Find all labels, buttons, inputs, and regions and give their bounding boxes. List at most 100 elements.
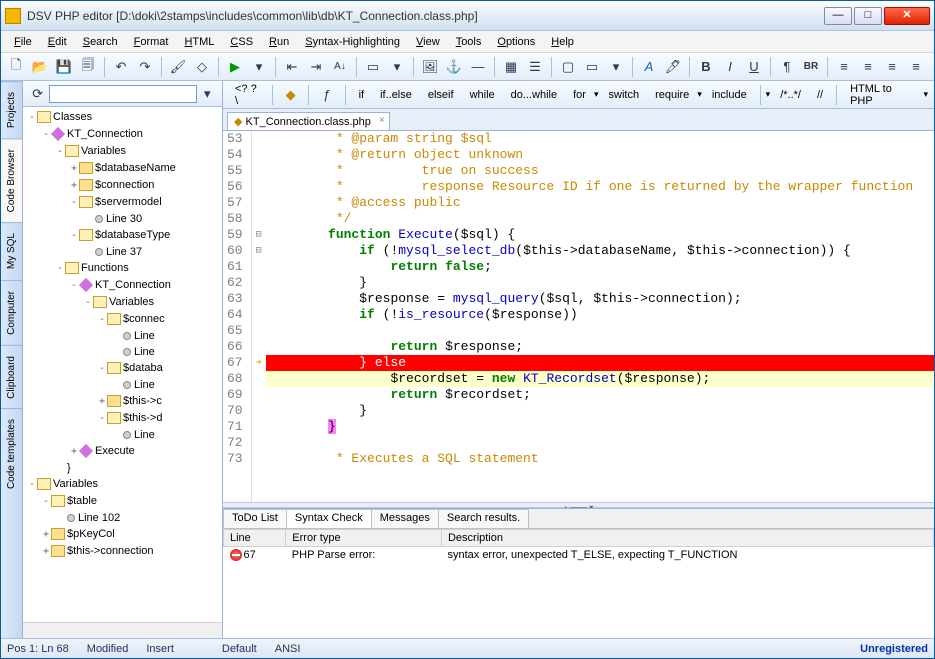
snippet-elseif[interactable]: elseif <box>422 87 460 103</box>
tree-var[interactable]: $databaseName <box>95 162 176 174</box>
menu-help[interactable]: Help <box>544 34 581 50</box>
code-line-59[interactable]: function Execute($sql) { <box>266 227 934 243</box>
open-file-icon[interactable]: 📂 <box>29 56 51 78</box>
tree-filter-input[interactable] <box>49 85 197 103</box>
eraser-icon[interactable]: ◇ <box>191 56 213 78</box>
code-line-61[interactable]: return false; <box>266 259 934 275</box>
code-line-57[interactable]: * @access public <box>266 195 934 211</box>
hr-icon[interactable]: — <box>467 56 489 78</box>
tree-var[interactable]: $this->c <box>123 395 162 407</box>
snippet-ifelse[interactable]: if..else <box>374 87 418 103</box>
code-line-54[interactable]: * @return object unknown <box>266 147 934 163</box>
align-center-icon[interactable]: ≡ <box>857 56 879 78</box>
file-tab[interactable]: ◆ KT_Connection.class.php × <box>227 112 390 130</box>
snippet-include[interactable]: include <box>706 87 753 103</box>
menu-css[interactable]: CSS <box>223 34 260 50</box>
tree-node-variables[interactable]: Variables <box>53 478 98 490</box>
snippet-switch[interactable]: switch <box>603 87 646 103</box>
brush-icon[interactable]: 🖌 <box>167 56 189 78</box>
save-all-icon[interactable]: 🗐 <box>77 56 99 78</box>
tree-var[interactable]: $connec <box>123 313 165 325</box>
tree-node-class[interactable]: KT_Connection <box>67 128 143 140</box>
select-icon[interactable]: ▾ <box>605 56 627 78</box>
save-icon[interactable]: 💾 <box>53 56 75 78</box>
tree-line[interactable]: Line <box>134 379 155 391</box>
code-line-56[interactable]: * response Resource ID if one is returne… <box>266 179 934 195</box>
err-col[interactable]: Description <box>441 530 933 547</box>
code-line-68[interactable]: $recordset = new KT_Recordset($response)… <box>266 371 934 387</box>
menu-tools[interactable]: Tools <box>449 34 489 50</box>
sidetab-computer[interactable]: Computer <box>1 280 22 345</box>
italic-icon[interactable]: I <box>719 56 741 78</box>
redo-icon[interactable]: ↷ <box>134 56 156 78</box>
tree-node-classes[interactable]: Classes <box>53 111 92 123</box>
menu-view[interactable]: View <box>409 34 447 50</box>
tree-hscroll[interactable] <box>23 622 222 638</box>
dropdown-icon[interactable]: ▾ <box>766 89 771 100</box>
tree-var[interactable]: $databa <box>123 362 163 374</box>
tree-var[interactable]: $databaseType <box>95 229 170 241</box>
menu-syntax-highlighting[interactable]: Syntax-Highlighting <box>298 34 407 50</box>
sidetab-code-browser[interactable]: Code Browser <box>1 138 22 222</box>
tree-var[interactable]: $servermodel <box>95 196 162 208</box>
class-tree[interactable]: -Classes -KT_Connection -Variables +$dat… <box>23 107 222 622</box>
code-line-66[interactable]: return $response; <box>266 339 934 355</box>
snippet-htmltophp[interactable]: HTML to PHP <box>844 81 921 109</box>
case-icon[interactable]: A↓ <box>329 56 351 78</box>
snippet-[interactable]: /*..*/ <box>774 87 807 103</box>
code-line-70[interactable]: } <box>266 403 934 419</box>
color-icon[interactable]: 🖊 <box>662 56 684 78</box>
sidetab-projects[interactable]: Projects <box>1 81 22 138</box>
dropdown-icon[interactable]: ▾ <box>923 89 928 100</box>
rect-dropdown-icon[interactable]: ▾ <box>386 56 408 78</box>
tree-var[interactable]: $this->connection <box>67 545 154 557</box>
br-icon[interactable]: BR <box>800 56 822 78</box>
font-icon[interactable]: A <box>638 56 660 78</box>
function-icon[interactable]: ƒ <box>316 84 337 106</box>
err-col[interactable]: Line <box>224 530 286 547</box>
bottom-tab-syntax-check[interactable]: Syntax Check <box>286 509 372 528</box>
code-line-64[interactable]: if (!is_resource($response)) <box>266 307 934 323</box>
menu-edit[interactable]: Edit <box>41 34 74 50</box>
tree-line[interactable]: Line 102 <box>78 512 120 524</box>
code-line-71[interactable]: } <box>266 419 934 435</box>
code-line-67[interactable]: } else <box>266 355 934 371</box>
menu-format[interactable]: Format <box>127 34 176 50</box>
new-file-icon[interactable]: 🗋 <box>5 56 27 78</box>
sidetab-my-sql[interactable]: My SQL <box>1 222 22 279</box>
code-line-60[interactable]: if (!mysql_select_db($this->databaseName… <box>266 243 934 259</box>
sidetab-clipboard[interactable]: Clipboard <box>1 345 22 409</box>
tree-node-functions[interactable]: Functions <box>81 262 129 274</box>
table-icon[interactable]: ▦ <box>500 56 522 78</box>
code-line-73[interactable]: * Executes a SQL statement <box>266 451 934 467</box>
code-line-53[interactable]: * @param string $sql <box>266 131 934 147</box>
snippet-for[interactable]: for <box>567 87 592 103</box>
dropdown-icon[interactable]: ▾ <box>697 89 702 100</box>
form-icon[interactable]: ▢ <box>557 56 579 78</box>
align-right-icon[interactable]: ≡ <box>881 56 903 78</box>
code-line-58[interactable]: */ <box>266 211 934 227</box>
run-dropdown-icon[interactable]: ▾ <box>248 56 270 78</box>
minimize-button[interactable]: — <box>824 7 852 25</box>
close-button[interactable]: ✕ <box>884 7 930 25</box>
sidetab-code-templates[interactable]: Code templates <box>1 408 22 499</box>
tree-line[interactable]: Line <box>134 346 155 358</box>
menu-file[interactable]: File <box>7 34 39 50</box>
tree-var[interactable]: $table <box>67 495 97 507</box>
input-icon[interactable]: ▭ <box>581 56 603 78</box>
bottom-tab-messages[interactable]: Messages <box>371 509 439 528</box>
snippet-if[interactable]: if <box>353 87 371 103</box>
indent-left-icon[interactable]: ⇤ <box>281 56 303 78</box>
run-icon[interactable]: ▶ <box>224 56 246 78</box>
bottom-tab-search-results-[interactable]: Search results. <box>438 509 529 528</box>
underline-icon[interactable]: U <box>743 56 765 78</box>
snippet-[interactable]: // <box>811 87 829 103</box>
menu-search[interactable]: Search <box>76 34 125 50</box>
tree-line[interactable]: Line 37 <box>106 246 142 258</box>
tree-var[interactable]: $pKeyCol <box>67 528 115 540</box>
tree-refresh-icon[interactable]: ⟳ <box>27 83 49 105</box>
dropdown-icon[interactable]: ▾ <box>594 89 599 100</box>
tree-node-variables[interactable]: Variables <box>81 145 126 157</box>
rect-icon[interactable]: ▭ <box>362 56 384 78</box>
error-row[interactable]: 67PHP Parse error:syntax error, unexpect… <box>224 547 934 564</box>
